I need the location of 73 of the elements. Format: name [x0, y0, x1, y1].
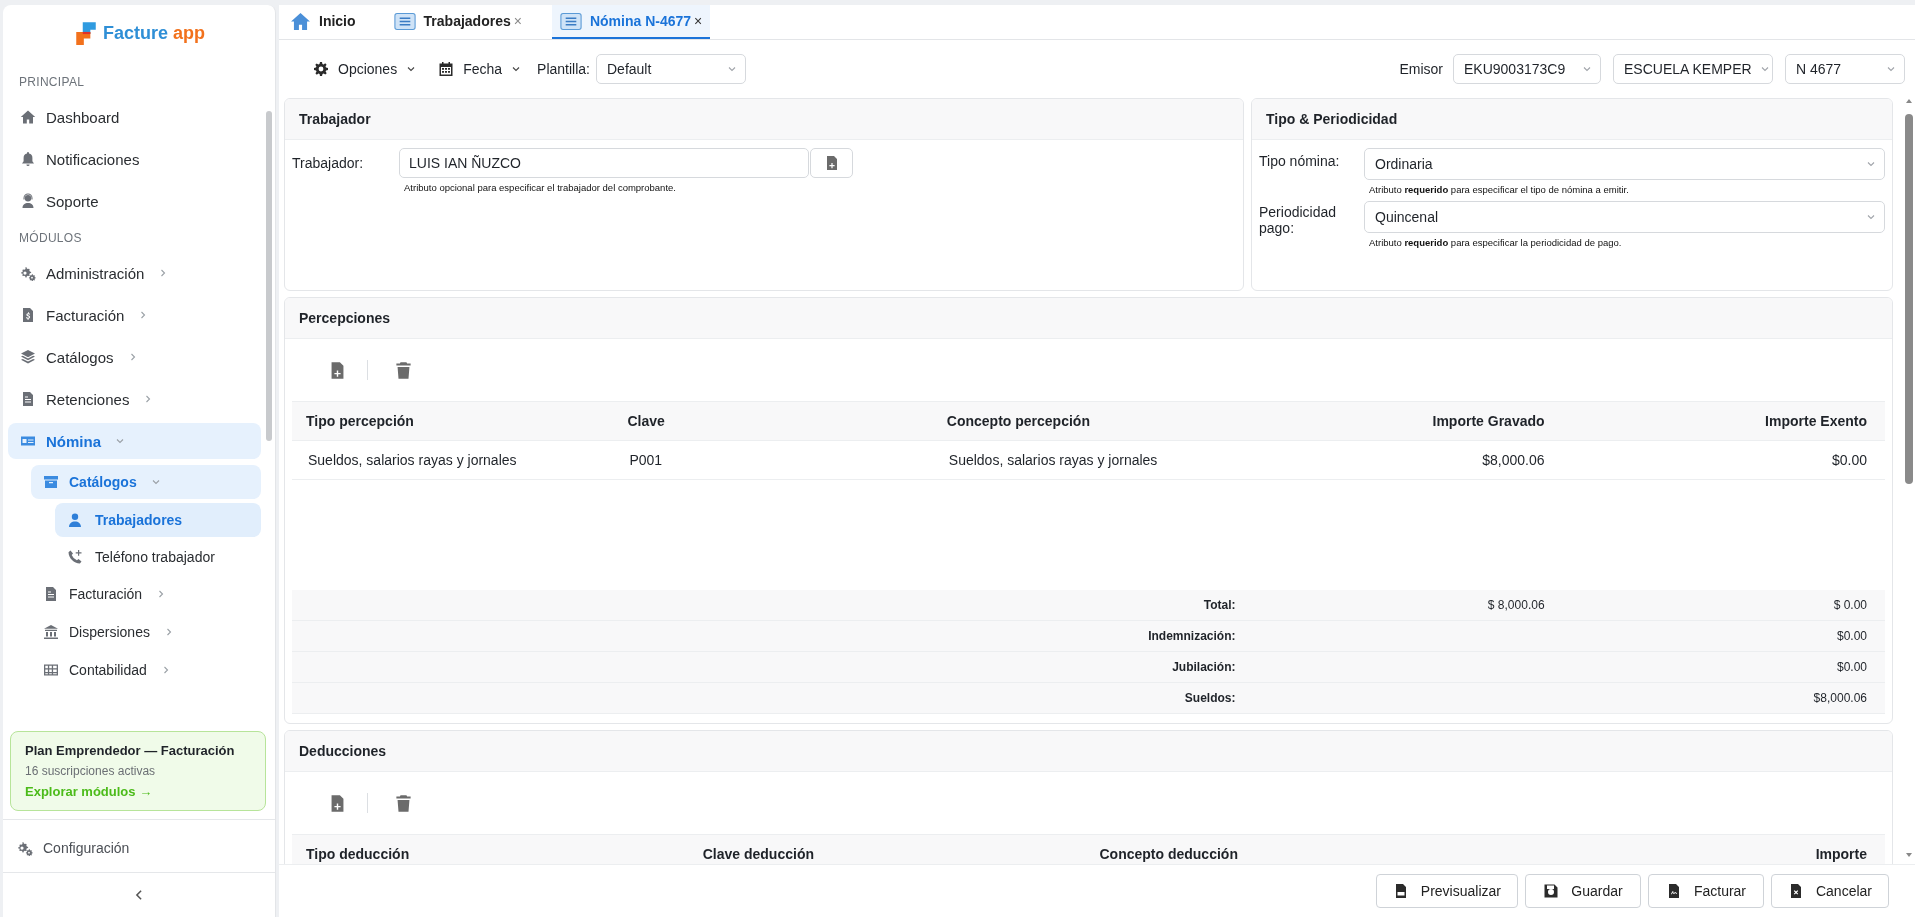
action-button[interactable]: Facturar	[1647, 874, 1764, 908]
column-header: Concepto deducción	[1098, 846, 1239, 862]
app-logo-text: Facture app	[102, 22, 205, 44]
close-button[interactable]: ×	[694, 13, 703, 29]
total-value: $ 0.00	[1832, 598, 1868, 612]
field-hint: Atributo requerido para especificar la periodicidad de pago.	[1368, 237, 1623, 248]
issuer-select[interactable]: EKU9003173C9	[1453, 54, 1601, 84]
field-label: Trabajador:	[292, 154, 365, 173]
tab[interactable]: Inicio	[282, 5, 364, 39]
column-header: Importe	[1814, 846, 1868, 862]
sidebar-item[interactable]: Configuración	[5, 830, 270, 866]
tab[interactable]: Trabajadores ×	[385, 5, 530, 39]
section-heading: MÓDULOS	[18, 229, 83, 247]
column-header: Importe Exento	[1764, 413, 1868, 429]
total-label: Indemnización:	[1147, 629, 1237, 643]
field-label: Tipo nómina:	[1259, 152, 1341, 171]
panel-title: Trabajador	[285, 99, 1243, 140]
action-button[interactable]: Cancelar	[1770, 874, 1889, 908]
section-heading: PRINCIPAL	[18, 74, 86, 91]
field-label: Emisor	[1399, 61, 1443, 77]
column-header: Concepto percepción	[945, 413, 1091, 429]
menu-button[interactable]: Opciones	[313, 61, 417, 77]
issuer-select[interactable]: N 4677	[1785, 54, 1905, 84]
total-label: Sueldos:	[1183, 691, 1237, 705]
panel-title: Tipo & Periodicidad	[1252, 99, 1892, 140]
sidebar-item[interactable]: Notificaciones	[8, 141, 261, 177]
field-hint: Atributo requerido para especificar el tipo de nómina a emitir.	[1368, 184, 1630, 195]
table-cell-text: $8,000.06	[1481, 452, 1546, 468]
payroll-select[interactable]: Ordinaria	[1364, 148, 1885, 180]
sidebar-item[interactable]: Nómina	[8, 423, 261, 459]
column-header: Importe Gravado	[1431, 413, 1546, 429]
column-header: Tipo percepción	[305, 413, 415, 429]
total-label: Total:	[1202, 598, 1237, 612]
issuer-select[interactable]: ESCUELA KEMPER	[1613, 54, 1773, 84]
column-header: Clave deducción	[701, 846, 815, 862]
sidebar-item[interactable]: Facturación	[31, 577, 261, 611]
close-button[interactable]: ×	[513, 13, 522, 29]
worker-field[interactable]: LUIS IAN ÑUZCO	[399, 148, 809, 178]
total-label: Jubilación:	[1171, 660, 1237, 674]
panel-title: Deducciones	[285, 731, 1892, 772]
menu-button[interactable]: Fecha	[438, 61, 522, 77]
sidebar-item[interactable]: Catálogos	[8, 339, 261, 375]
sidebar-item[interactable]: Dashboard	[8, 99, 261, 135]
total-value: $ 8,000.06	[1486, 598, 1546, 612]
total-value: $0.00	[1835, 660, 1868, 674]
sidebar-item[interactable]: Retenciones	[8, 381, 261, 417]
action-button[interactable]: Guardar	[1524, 874, 1641, 908]
table-cell-text: $0.00	[1830, 452, 1868, 468]
total-value: $0.00	[1835, 629, 1868, 643]
sidebar-item[interactable]: Teléfono trabajador	[55, 540, 261, 574]
field-hint: Atributo opcional para especificar el trabajador del comprobante.	[403, 182, 677, 193]
template-select[interactable]: Default	[596, 54, 746, 84]
tab[interactable]: Nómina N-4677 ×	[551, 5, 711, 39]
payroll-select[interactable]: Quincenal	[1364, 201, 1885, 233]
sidebar-item[interactable]: Dispersiones	[31, 615, 261, 649]
action-button[interactable]: Previsualizar	[1375, 874, 1518, 908]
column-header: Tipo deducción	[305, 846, 411, 862]
table-cell-text: Sueldos, salarios rayas y jornales	[947, 452, 1159, 468]
sidebar-item[interactable]: Trabajadores	[55, 503, 261, 537]
column-header: Clave	[626, 413, 666, 429]
table-cell-text: P001	[628, 452, 664, 468]
sidebar-item[interactable]: Administración	[8, 255, 261, 291]
total-value: $8,000.06	[1812, 691, 1868, 705]
sidebar-item[interactable]: Catálogos	[31, 465, 261, 499]
field-label: Plantilla:	[537, 61, 590, 77]
plan-title: Plan Emprendedor — Facturación	[25, 743, 236, 758]
field-label: Periodicidad pago:	[1259, 203, 1338, 238]
panel-title: Percepciones	[285, 298, 1892, 339]
sidebar-item[interactable]: Soporte	[8, 183, 261, 219]
table-cell-text: Sueldos, salarios rayas y jornales	[307, 452, 518, 468]
sidebar-item[interactable]: Facturación	[8, 297, 261, 333]
sidebar-item[interactable]: Contabilidad	[31, 653, 261, 687]
plan-subtitle: 16 suscripciones activas	[25, 764, 157, 778]
